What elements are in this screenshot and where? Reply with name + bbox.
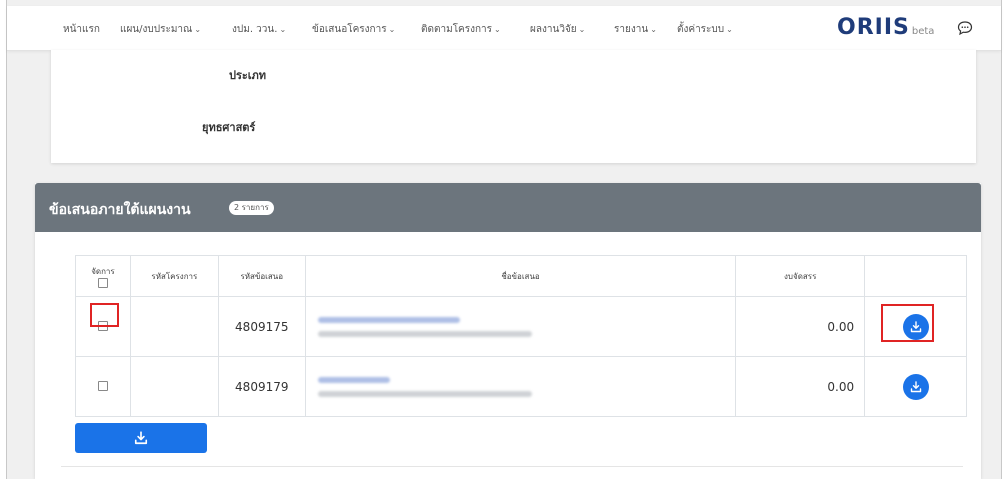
highlight-download-box — [881, 304, 934, 342]
row-download-button[interactable] — [902, 373, 929, 400]
proposal-code-cell: 4809179 — [217, 356, 306, 417]
column-header-download — [864, 255, 967, 297]
chevron-down-icon: ⌄ — [388, 25, 396, 34]
proposal-subtitle-redacted — [317, 330, 532, 337]
oriis-logo[interactable]: ORIIS beta — [837, 15, 934, 40]
panel-title: ข้อเสนอภายใต้แผนงาน — [49, 202, 191, 218]
proposal-name-cell — [304, 296, 737, 357]
budget-cell: 0.00 — [735, 356, 866, 417]
count-badge: 2 รายการ — [229, 201, 274, 215]
column-header-project-code: รหัสโครงการ — [129, 255, 219, 297]
frame-border-left — [6, 0, 7, 479]
row-checkbox[interactable] — [97, 381, 108, 391]
chat-bubble-icon[interactable] — [957, 20, 973, 36]
proposal-name-link-redacted[interactable] — [317, 316, 460, 323]
strategy-label: ยุทธศาสตร์ — [202, 121, 256, 134]
budget-cell: 0.00 — [735, 296, 866, 357]
highlight-checkbox-box — [90, 303, 119, 327]
type-label: ประเภท — [229, 69, 267, 82]
nav-project-proposal[interactable]: ข้อเสนอโครงการ ⌄ — [312, 22, 395, 37]
download-icon — [910, 380, 921, 392]
table-row: 4809179 0.00 — [75, 356, 967, 417]
download-icon — [134, 431, 148, 445]
select-all-checkbox[interactable] — [97, 277, 108, 288]
plan-info-card: ประเภท ยุทธศาสตร์ — [51, 50, 976, 163]
bulk-download-button[interactable] — [75, 423, 207, 453]
nav-project-tracking[interactable]: ติดตามโครงการ ⌄ — [421, 22, 501, 37]
project-code-cell — [129, 356, 219, 417]
proposals-table: จัดการ รหัสโครงการ รหัสข้อเสนอ ชื่อข้อเส… — [75, 255, 967, 417]
project-code-cell — [129, 296, 219, 357]
proposal-subtitle-redacted — [317, 390, 532, 397]
frame-border-right — [1001, 0, 1002, 479]
nav-home[interactable]: หน้าแรก — [63, 22, 100, 37]
nav-research-output[interactable]: ผลงานวิจัย ⌄ — [530, 22, 585, 37]
nav-plan-budget[interactable]: แผน/งบประมาณ ⌄ — [120, 22, 201, 37]
column-header-action: จัดการ — [75, 255, 131, 297]
column-header-proposal-name: ชื่อข้อเสนอ — [304, 255, 737, 297]
nav-research-budget[interactable]: งปม. ววน. ⌄ — [232, 22, 286, 37]
nav-report[interactable]: รายงาน ⌄ — [614, 22, 657, 37]
chevron-down-icon: ⌄ — [726, 25, 733, 34]
column-header-budget: งบจัดสรร — [735, 255, 866, 297]
nav-system-settings[interactable]: ตั้งค่าระบบ ⌄ — [677, 22, 733, 37]
chevron-down-icon: ⌄ — [578, 25, 586, 34]
panel-divider — [61, 466, 963, 467]
proposal-code-cell: 4809175 — [217, 296, 306, 357]
chevron-down-icon: ⌄ — [194, 25, 202, 34]
proposal-name-cell — [304, 356, 737, 417]
action-cell — [75, 356, 131, 417]
proposal-name-link-redacted[interactable] — [317, 376, 390, 383]
top-navbar: หน้าแรก แผน/งบประมาณ ⌄ งปม. ววน. ⌄ ข้อเสนอ… — [7, 6, 1001, 51]
panel-header: ข้อเสนอภายใต้แผนงาน 2 รายการ — [35, 183, 981, 232]
chevron-down-icon: ⌄ — [279, 25, 287, 34]
chevron-down-icon: ⌄ — [494, 25, 501, 34]
table-row: 4809175 0.00 — [75, 296, 967, 357]
download-cell — [864, 356, 967, 417]
table-header-row: จัดการ รหัสโครงการ รหัสข้อเสนอ ชื่อข้อเส… — [75, 255, 967, 297]
proposals-panel: ข้อเสนอภายใต้แผนงาน 2 รายการ จัดการ รหัส… — [35, 183, 981, 479]
chevron-down-icon: ⌄ — [650, 25, 657, 34]
column-header-proposal-code: รหัสข้อเสนอ — [217, 255, 306, 297]
